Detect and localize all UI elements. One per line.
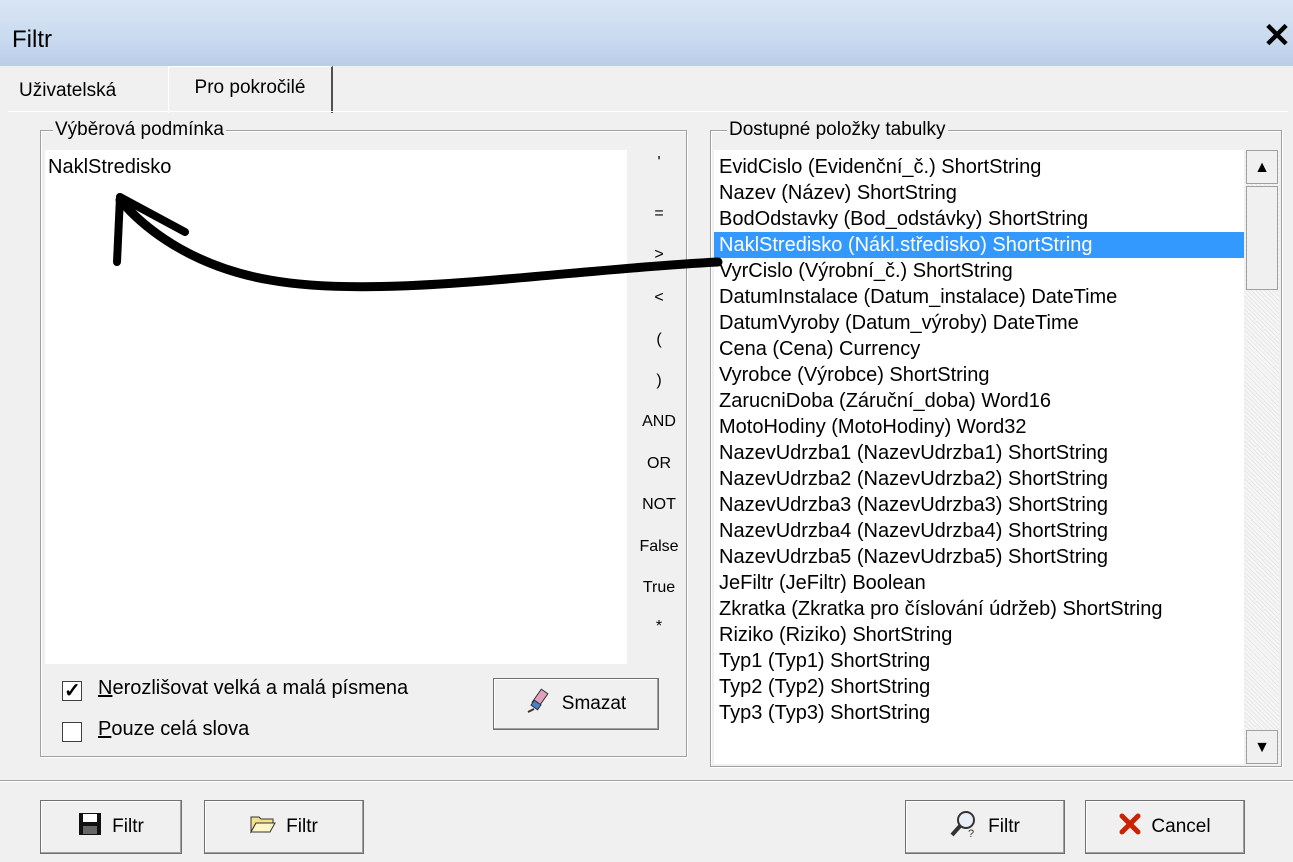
save-filter-label: Filtr <box>112 816 144 837</box>
window-title: Filtr <box>12 26 52 53</box>
operator-quote[interactable]: ' <box>634 154 684 172</box>
scroll-thumb[interactable] <box>1246 186 1278 290</box>
cancel-label: Cancel <box>1151 816 1211 837</box>
operator-close-paren[interactable]: ) <box>634 372 684 390</box>
field-list-item[interactable]: ZarucniDoba (Záruční_doba) Word16 <box>714 388 1244 414</box>
check-mark-icon: ✓ <box>64 680 81 702</box>
folder-open-icon <box>250 814 277 840</box>
tab-divider <box>8 111 1288 112</box>
operator-and[interactable]: AND <box>634 413 684 431</box>
field-list-item[interactable]: BodOdstavky (Bod_odstávky) ShortString <box>714 206 1244 232</box>
operator-false[interactable]: False <box>634 538 684 556</box>
cancel-button[interactable]: Cancel <box>1085 800 1245 854</box>
field-list-item[interactable]: JeFiltr (JeFiltr) Boolean <box>714 570 1244 596</box>
field-list-item[interactable]: MotoHodiny (MotoHodiny) Word32 <box>714 414 1244 440</box>
operator-true[interactable]: True <box>634 579 684 597</box>
case-insensitive-label[interactable]: Nerozlišovat velká a malá písmena <box>98 677 408 700</box>
field-list-item[interactable]: NaklStredisko (Nákl.středisko) ShortStri… <box>714 232 1244 258</box>
whole-words-checkbox[interactable] <box>62 722 82 742</box>
clear-button[interactable]: Smazat <box>493 678 659 730</box>
save-filter-button[interactable]: Filtr <box>40 800 182 854</box>
title-bar: Filtr ✕ <box>0 0 1293 66</box>
field-list-item[interactable]: Typ2 (Typ2) ShortString <box>714 674 1244 700</box>
field-list-item[interactable]: DatumInstalace (Datum_instalace) DateTim… <box>714 284 1244 310</box>
floppy-icon <box>78 812 102 842</box>
close-icon: ✕ <box>1262 17 1292 55</box>
condition-editor[interactable]: NaklStredisko <box>45 150 627 664</box>
fields-scrollbar[interactable]: ▲ ▼ <box>1245 150 1279 764</box>
field-list-item[interactable]: Riziko (Riziko) ShortString <box>714 622 1244 648</box>
eraser-icon <box>526 688 552 720</box>
operator-less[interactable]: < <box>634 289 684 307</box>
field-list-item[interactable]: Nazev (Název) ShortString <box>714 180 1244 206</box>
field-list-item[interactable]: DatumVyroby (Datum_výroby) DateTime <box>714 310 1244 336</box>
operator-wildcard[interactable]: * <box>634 618 684 636</box>
operator-open-paren[interactable]: ( <box>634 331 684 349</box>
field-list-item[interactable]: Zkratka (Zkratka pro číslování údržeb) S… <box>714 596 1244 622</box>
tab-advanced[interactable]: Pro pokročilé <box>168 66 333 113</box>
field-list-item[interactable]: NazevUdrzba4 (NazevUdrzba4) ShortString <box>714 518 1244 544</box>
field-list-item[interactable]: Typ1 (Typ1) ShortString <box>714 648 1244 674</box>
fields-group-label: Dostupné položky tabulky <box>727 119 948 141</box>
magnifier-icon: ? <box>950 810 978 844</box>
fields-listbox[interactable]: EvidCislo (Evidenční_č.) ShortString Naze… <box>714 150 1244 764</box>
field-list-item[interactable]: NazevUdrzba3 (NazevUdrzba3) ShortString <box>714 492 1244 518</box>
operator-equals[interactable]: = <box>634 205 684 223</box>
field-list-item[interactable]: Typ3 (Typ3) ShortString <box>714 700 1244 726</box>
field-list-item[interactable]: EvidCislo (Evidenční_č.) ShortString <box>714 154 1244 180</box>
close-button[interactable]: ✕ <box>1262 18 1292 54</box>
svg-text:?: ? <box>968 828 974 838</box>
footer-separator <box>0 780 1293 782</box>
arrow-down-icon: ▼ <box>1254 739 1270 756</box>
arrow-up-icon: ▲ <box>1254 159 1270 176</box>
open-filter-button[interactable]: Filtr <box>204 800 364 854</box>
field-list-item[interactable]: NazevUdrzba5 (NazevUdrzba5) ShortString <box>714 544 1244 570</box>
clear-button-label: Smazat <box>561 693 627 714</box>
field-list-item[interactable]: Cena (Cena) Currency <box>714 336 1244 362</box>
open-filter-label: Filtr <box>286 816 318 837</box>
cancel-x-icon <box>1119 813 1141 841</box>
field-list-item[interactable]: NazevUdrzba1 (NazevUdrzba1) ShortString <box>714 440 1244 466</box>
scroll-down-button[interactable]: ▼ <box>1246 730 1278 764</box>
case-insensitive-checkbox[interactable]: ✓ <box>62 680 82 702</box>
field-list-item[interactable]: VyrCislo (Výrobní_č.) ShortString <box>714 258 1244 284</box>
operator-not[interactable]: NOT <box>634 496 684 514</box>
field-list-item[interactable]: NazevUdrzba2 (NazevUdrzba2) ShortString <box>714 466 1244 492</box>
apply-filter-label: Filtr <box>988 816 1020 837</box>
apply-filter-button[interactable]: ? Filtr <box>905 800 1065 854</box>
tab-user[interactable]: Uživatelská <box>19 76 116 106</box>
whole-words-label[interactable]: Pouze celá slova <box>98 718 249 741</box>
field-list-item[interactable]: Vyrobce (Výrobce) ShortString <box>714 362 1244 388</box>
operator-or[interactable]: OR <box>634 455 684 473</box>
operator-greater[interactable]: > <box>634 246 684 264</box>
condition-group-label: Výběrová podmínka <box>53 119 226 141</box>
scroll-up-button[interactable]: ▲ <box>1246 150 1278 184</box>
